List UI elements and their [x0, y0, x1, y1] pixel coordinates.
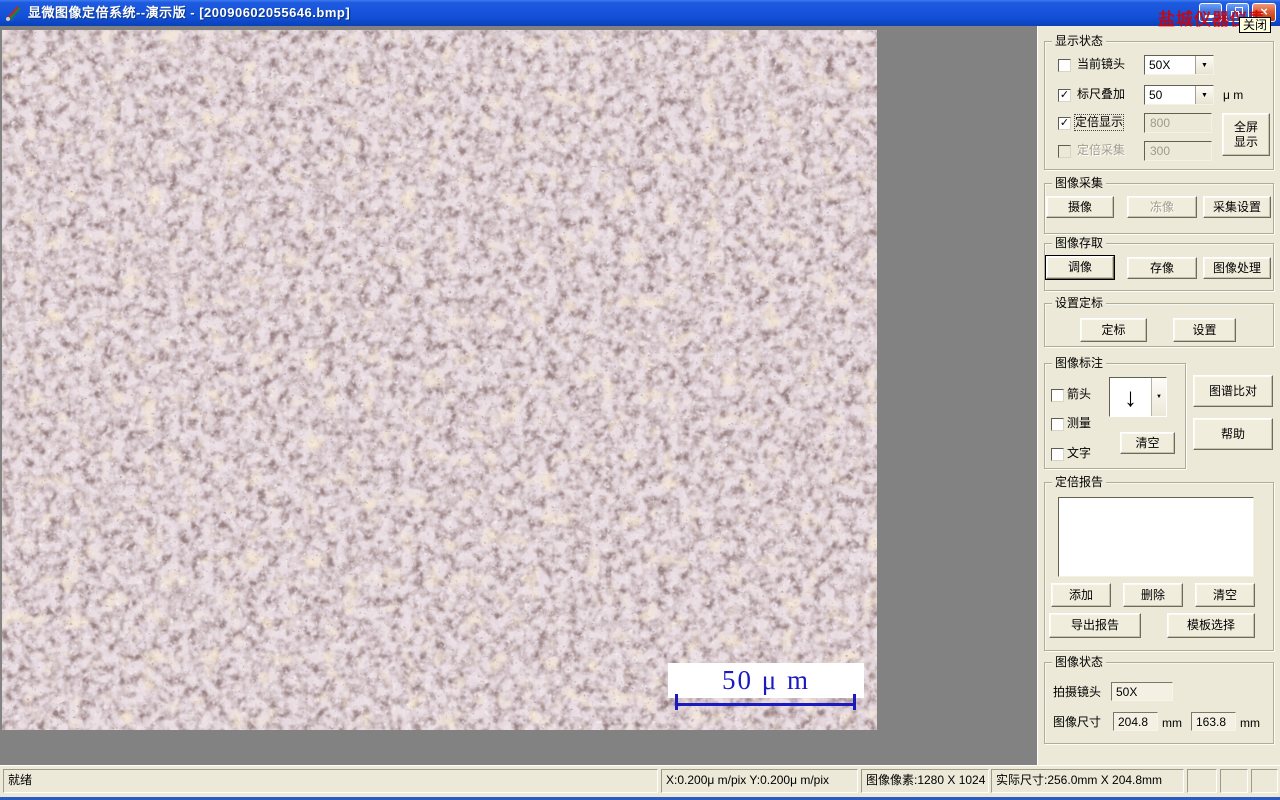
checkbox-fixed-capture	[1058, 145, 1071, 158]
scale-bar-label: 50 μ m	[668, 663, 864, 698]
label-image-size: 图像尺寸	[1053, 715, 1102, 729]
control-panel: 显示状态 当前镜头 50X ▼ ✓ 标尺叠加 50 ▼ μ m ✓ 定倍显示 8…	[1037, 26, 1280, 765]
checkbox-measure[interactable]	[1051, 418, 1064, 431]
status-bar: 就绪 X:0.200μ m/pix Y:0.200μ m/pix 图像像素:12…	[0, 765, 1280, 797]
status-image-pixels: 图像像素:1280 X 1024	[861, 769, 989, 793]
group-display-status-title: 显示状态	[1052, 34, 1107, 48]
report-listbox[interactable]	[1058, 497, 1254, 577]
group-image-capture-title: 图像采集	[1052, 176, 1107, 190]
export-report-button[interactable]: 导出报告	[1049, 613, 1141, 638]
unit-micron: μ m	[1223, 88, 1244, 102]
checkbox-fixed-display[interactable]: ✓	[1058, 117, 1071, 130]
window-title: 显微图像定倍系统--演示版 - [20090602055646.bmp]	[28, 5, 351, 20]
chevron-down-icon[interactable]: ▼	[1151, 378, 1166, 416]
save-image-button[interactable]: 存像	[1127, 257, 1197, 279]
micrograph-image[interactable]: 50 μ m	[2, 30, 877, 730]
report-clear-button[interactable]: 清空	[1195, 583, 1255, 607]
report-add-button[interactable]: 添加	[1051, 583, 1111, 607]
report-delete-button[interactable]: 删除	[1123, 583, 1183, 607]
unit-height-mm: mm	[1240, 716, 1260, 730]
label-fixed-capture: 定倍采集	[1077, 143, 1126, 157]
check-icon: ✓	[1059, 89, 1070, 101]
input-fixed-display: 800	[1144, 113, 1212, 133]
status-actual-size: 实际尺寸:256.0mm X 204.8mm	[991, 769, 1184, 793]
label-capture-lens: 拍摄镜头	[1053, 685, 1102, 699]
image-background: 50 μ m	[0, 26, 1037, 765]
freeze-button: 冻像	[1127, 196, 1197, 218]
label-scale-overlay: 标尺叠加	[1077, 87, 1126, 101]
calibrate-button[interactable]: 定标	[1080, 318, 1147, 342]
group-image-storage-title: 图像存取	[1052, 236, 1107, 250]
arrow-down-icon: ↓	[1124, 382, 1137, 412]
scale-bar-tick-left	[675, 694, 678, 710]
checkbox-arrow[interactable]	[1051, 389, 1064, 402]
status-spare-1	[1187, 769, 1217, 793]
field-image-height: 163.8	[1191, 712, 1236, 731]
label-arrow: 箭头	[1067, 387, 1092, 401]
title-bar: 显微图像定倍系统--演示版 - [20090602055646.bmp] × 盐…	[0, 0, 1280, 33]
scale-bar-line	[675, 703, 856, 706]
combo-current-lens[interactable]: 50X ▼	[1144, 55, 1214, 75]
scale-bar-tick-right	[853, 694, 856, 710]
app-icon	[5, 4, 23, 22]
annotation-clear-button[interactable]: 清空	[1120, 432, 1175, 454]
group-image-status-title: 图像状态	[1052, 655, 1107, 669]
label-current-lens: 当前镜头	[1077, 57, 1126, 71]
chevron-down-icon[interactable]: ▼	[1195, 56, 1213, 74]
capture-button[interactable]: 摄像	[1046, 196, 1114, 218]
field-image-width: 204.8	[1113, 712, 1158, 731]
label-text: 文字	[1067, 446, 1092, 460]
unit-width-mm: mm	[1162, 716, 1182, 730]
close-tooltip: 关闭	[1239, 17, 1272, 33]
check-icon: ✓	[1059, 117, 1070, 129]
status-pixel-scale: X:0.200μ m/pix Y:0.200μ m/pix	[661, 769, 858, 793]
checkbox-current-lens[interactable]	[1058, 59, 1071, 72]
image-processing-button[interactable]: 图像处理	[1203, 257, 1271, 279]
atlas-compare-button[interactable]: 图谱比对	[1193, 375, 1273, 407]
status-spare-3	[1251, 769, 1278, 793]
workspace: 50 μ m 显示状态 当前镜头 50X ▼ ✓ 标尺叠加 50 ▼ μ m ✓…	[0, 26, 1280, 765]
label-measure: 测量	[1067, 416, 1092, 430]
group-image-status: 图像状态	[1044, 655, 1274, 744]
status-spare-2	[1220, 769, 1248, 793]
group-calibration: 设置 定标	[1044, 296, 1274, 347]
label-fixed-display[interactable]: 定倍显示	[1073, 114, 1125, 131]
group-calibration-title: 设置定标	[1052, 296, 1107, 310]
input-fixed-capture: 300	[1144, 141, 1212, 161]
checkbox-text[interactable]	[1051, 448, 1064, 461]
status-ready: 就绪	[3, 769, 658, 793]
field-capture-lens: 50X	[1111, 682, 1173, 701]
fullscreen-button[interactable]: 全屏显示	[1222, 113, 1270, 156]
group-report-title: 定倍报告	[1052, 475, 1107, 489]
load-image-button[interactable]: 调像	[1045, 255, 1115, 280]
help-button[interactable]: 帮助	[1193, 418, 1273, 450]
group-annotation-title: 图像标注	[1052, 356, 1107, 370]
arrow-style-combo[interactable]: ↓ ▼	[1109, 377, 1167, 417]
combo-scale-value[interactable]: 50 ▼	[1144, 85, 1214, 105]
template-select-button[interactable]: 模板选择	[1167, 613, 1255, 638]
checkbox-scale-overlay[interactable]: ✓	[1058, 89, 1071, 102]
chevron-down-icon[interactable]: ▼	[1195, 86, 1213, 104]
capture-settings-button[interactable]: 采集设置	[1203, 196, 1271, 218]
settings-button[interactable]: 设置	[1173, 318, 1236, 342]
